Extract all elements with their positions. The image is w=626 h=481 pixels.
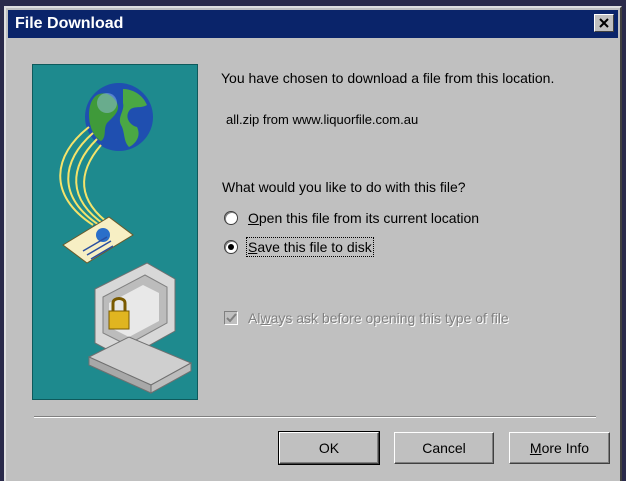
radio-selected-dot [228,244,234,250]
file-source: all.zip from www.liquorfile.com.au [226,112,419,127]
close-icon [599,18,609,28]
save-file-option[interactable]: Save this file to disk [224,237,374,257]
always-ask-label: Always ask before opening this type of f… [248,310,509,326]
always-ask-prefix: Al [248,310,261,326]
cancel-button[interactable]: Cancel [394,432,494,464]
close-button[interactable] [594,14,614,32]
dialog-title: File Download [15,15,124,32]
save-file-radio[interactable] [224,240,238,254]
save-file-label: Save this file to disk [246,237,374,257]
file-download-dialog: File Download You have chosen to downloa… [4,6,622,481]
title-bar[interactable]: File Download [8,10,618,38]
open-file-label: Open this file from its current location [248,210,479,226]
open-file-option[interactable]: Open this file from its current location [224,208,479,228]
always-ask-checkbox[interactable] [224,311,238,325]
ok-button[interactable]: OK [278,431,380,465]
more-info-rest: ore Info [541,440,590,456]
more-info-accel-key: M [529,440,542,456]
open-accel-key: O [248,210,259,226]
open-file-radio[interactable] [224,211,238,225]
always-ask-accel-key: w [260,310,271,326]
open-label-rest: pen this file from its current location [258,210,480,226]
globe-computer-icon [59,83,193,394]
download-message: You have chosen to download a file from … [221,70,555,86]
save-label-rest: ave this file to disk [257,239,372,255]
checkmark-icon [226,313,237,323]
more-info-button[interactable]: More Info [509,432,610,464]
action-question: What would you like to do with this file… [222,179,466,195]
always-ask-rest: ays ask before opening this type of file [270,310,509,326]
download-illustration [32,64,198,400]
always-ask-option[interactable]: Always ask before opening this type of f… [224,310,509,326]
separator [34,416,596,418]
save-accel-key: S [248,239,258,255]
